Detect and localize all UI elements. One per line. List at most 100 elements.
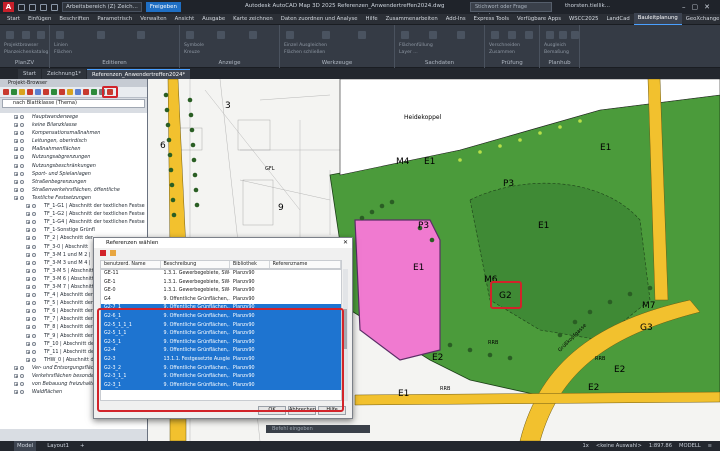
visibility-toggle-icon[interactable] (20, 374, 24, 378)
visibility-toggle-icon[interactable] (32, 276, 36, 281)
ribbon-tab-verf-gbare-apps[interactable]: Verfügbare Apps (513, 14, 565, 25)
document-tab[interactable]: Start (18, 69, 41, 79)
ribbon-tab-ausgabe[interactable]: Ausgabe (198, 14, 229, 25)
ribbon-button-icon[interactable] (491, 31, 499, 39)
ribbon-button-icon[interactable] (186, 31, 194, 39)
expand-icon[interactable]: + (26, 252, 30, 257)
visibility-toggle-icon[interactable] (20, 163, 24, 168)
panel-tool-icon[interactable] (91, 89, 97, 95)
new-file-icon[interactable] (18, 3, 25, 11)
tree-item[interactable]: + TF_1-G2 | Abschnitt der textlichen Fest… (0, 210, 147, 218)
scroll-thumb[interactable] (344, 309, 347, 349)
expand-icon[interactable]: + (14, 131, 18, 136)
expand-icon[interactable]: + (26, 244, 30, 249)
close-icon[interactable]: ✕ (343, 238, 348, 248)
expand-icon[interactable]: + (26, 284, 30, 289)
visibility-toggle-icon[interactable] (32, 212, 36, 217)
document-tab[interactable]: Referenzen_Anwendertreffen2024* (87, 69, 191, 79)
expand-icon[interactable]: + (26, 301, 30, 306)
ribbon-tab-hilfe[interactable]: Hilfe (362, 14, 382, 25)
ribbon-button-icon[interactable] (137, 31, 146, 39)
visibility-toggle-icon[interactable] (32, 204, 36, 209)
visibility-toggle-icon[interactable] (32, 284, 36, 289)
visibility-toggle-icon[interactable] (20, 187, 24, 192)
visibility-toggle-icon[interactable] (20, 195, 24, 200)
expand-icon[interactable]: + (14, 171, 18, 176)
visibility-toggle-icon[interactable] (32, 293, 36, 298)
ribbon-button-label[interactable]: Flächen (54, 50, 72, 55)
expand-icon[interactable]: + (14, 195, 18, 200)
expand-icon[interactable]: + (14, 365, 18, 370)
expand-icon[interactable]: + (14, 155, 18, 160)
panel-tool-icon[interactable] (83, 89, 89, 95)
tree-item[interactable]: + TF_1-G4 | Abschnitt der textlichen Fest… (0, 218, 147, 226)
view-mode-dropdown[interactable]: nach Blattklasse (Thema) (2, 99, 145, 108)
ribbon-button-icon[interactable] (546, 31, 554, 39)
workspace-dropdown[interactable]: Arbeitsbereich (Z) Zeich... (62, 2, 142, 12)
ribbon-tab-express-tools[interactable]: Express Tools (470, 14, 513, 25)
tree-item[interactable]: + Maßnahmenflächen (0, 145, 147, 153)
tree-item[interactable]: + Straßenbegrenzungen (0, 178, 147, 186)
tree-item[interactable]: + Hauptwanderwege (0, 113, 147, 121)
expand-icon[interactable]: + (14, 374, 18, 379)
expand-icon[interactable]: + (26, 260, 30, 265)
visibility-toggle-icon[interactable] (20, 139, 24, 144)
expand-icon[interactable]: + (26, 333, 30, 338)
ribbon-tab-parametrisch[interactable]: Parametrisch (93, 14, 136, 25)
expand-icon[interactable]: + (26, 220, 30, 225)
ribbon-button-label[interactable]: Verschneiden (489, 43, 520, 48)
ribbon-button-label[interactable]: Linien (54, 43, 68, 48)
visibility-toggle-icon[interactable] (20, 390, 24, 395)
tree-item[interactable]: + keine Bilanzklasse (0, 121, 147, 129)
ribbon-button-icon[interactable] (357, 31, 366, 39)
visibility-toggle-icon[interactable] (20, 115, 24, 119)
ribbon-button-icon[interactable] (6, 31, 14, 39)
undo-icon[interactable] (51, 3, 58, 11)
ribbon-button-icon[interactable] (429, 31, 438, 39)
table-row[interactable]: GE-11 1.3.1. Gewerbegebiete, SW-... Planzv… (101, 270, 341, 279)
ribbon-button-label[interactable]: Ausgleich (544, 43, 566, 48)
ribbon-button-icon[interactable] (457, 31, 466, 39)
visibility-toggle-icon[interactable] (32, 317, 36, 322)
zoom-factor[interactable]: 1x (582, 443, 588, 449)
tree-item[interactable]: + TF_1-G1 | Abschnitt der textlichen Fest… (0, 202, 147, 210)
settings-icon[interactable]: ≡ (708, 443, 712, 449)
ribbon-button-icon[interactable] (401, 31, 409, 39)
column-header[interactable]: Beschreibung (161, 261, 230, 268)
add-layout-icon[interactable]: + (80, 443, 85, 449)
expand-icon[interactable]: + (14, 123, 18, 128)
visibility-toggle-icon[interactable] (20, 147, 24, 152)
ribbon-button-icon[interactable] (508, 31, 517, 39)
ribbon-button-label[interactable]: Projektbrowser (4, 43, 38, 48)
visibility-toggle-icon[interactable] (20, 155, 24, 160)
panel-tool-icon[interactable] (27, 89, 33, 95)
expand-icon[interactable]: + (26, 325, 30, 330)
ribbon-button-label[interactable]: Flächen schließen (284, 50, 325, 55)
panel-tool-icon[interactable] (51, 89, 57, 95)
ribbon-tab-bauleitplanung[interactable]: Bauleitplanung (633, 12, 682, 26)
visibility-toggle-icon[interactable] (32, 341, 36, 346)
refresh-icon[interactable] (110, 250, 116, 256)
ribbon-tab-wscc2025[interactable]: WSCC2025 (565, 14, 602, 25)
tree-item[interactable]: + Leitungen, oberirdisch (0, 137, 147, 145)
visibility-toggle-icon[interactable] (32, 357, 36, 362)
command-line-input[interactable]: Befehl eingeben (266, 425, 370, 433)
panel-tool-icon[interactable] (43, 89, 49, 95)
panel-tool-icon[interactable] (35, 89, 41, 95)
expand-icon[interactable]: + (14, 382, 18, 387)
expand-icon[interactable]: + (14, 390, 18, 395)
tree-item[interactable]: + TF_1-Sonstige Grünfl (0, 226, 147, 234)
expand-icon[interactable]: + (26, 293, 30, 298)
expand-icon[interactable]: + (26, 341, 30, 346)
tree-item[interactable]: + Nutzungsbeschränkungen (0, 162, 147, 170)
ribbon-button-icon[interactable] (525, 31, 534, 39)
model-tab[interactable]: Model (14, 441, 37, 451)
expand-icon[interactable]: + (26, 236, 30, 241)
ribbon-button-label[interactable]: Planzeichenkatalog (4, 50, 48, 55)
ribbon-button-label[interactable]: Einzel Ausgleichen (284, 43, 327, 48)
visibility-toggle-icon[interactable] (20, 382, 24, 387)
ribbon-tab-verwalten[interactable]: Verwalten (136, 14, 170, 25)
ribbon-button-icon[interactable] (321, 31, 330, 39)
ribbon-button-label[interactable]: Symbole (184, 43, 204, 48)
visibility-toggle-icon[interactable] (20, 179, 24, 184)
